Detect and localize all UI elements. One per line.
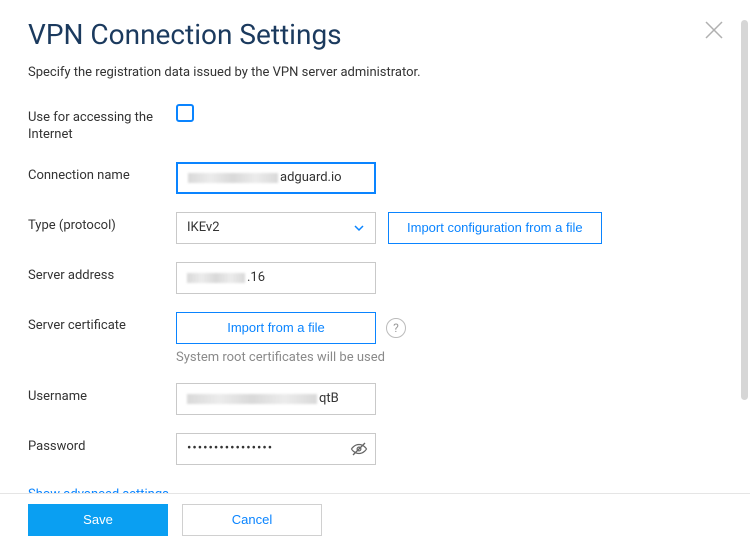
close-button[interactable] — [702, 18, 726, 42]
label-use-internet: Use for accessing the Internet — [28, 104, 176, 144]
import-cert-button[interactable]: Import from a file — [176, 312, 376, 344]
page-subtitle: Specify the registration data issued by … — [28, 65, 722, 80]
label-server-certificate: Server certificate — [28, 312, 176, 335]
dialog-footer: Save Cancel — [0, 493, 750, 545]
label-password: Password — [28, 433, 176, 456]
redacted-segment — [188, 173, 278, 183]
save-button[interactable]: Save — [28, 504, 168, 536]
cert-helper-text: System root certificates will be used — [176, 350, 406, 365]
chevron-down-icon — [353, 222, 365, 234]
password-value: •••••••••••••••• — [187, 441, 273, 456]
protocol-select[interactable]: IKEv2 — [176, 212, 376, 244]
label-server-address: Server address — [28, 262, 176, 285]
label-connection-name: Connection name — [28, 162, 176, 185]
import-config-button[interactable]: Import configuration from a file — [388, 212, 602, 244]
use-internet-checkbox[interactable] — [176, 104, 194, 122]
close-icon — [702, 18, 726, 42]
connection-name-input[interactable]: adguard.io — [176, 162, 376, 194]
password-input[interactable]: •••••••••••••••• — [176, 433, 376, 465]
username-input[interactable]: qtB — [176, 383, 376, 415]
redacted-segment — [187, 273, 245, 283]
label-username: Username — [28, 383, 176, 406]
redacted-segment — [187, 394, 317, 404]
server-address-input[interactable]: .16 — [176, 262, 376, 294]
username-value-suffix: qtB — [319, 391, 339, 406]
page-title: VPN Connection Settings — [28, 18, 722, 51]
scrollbar[interactable] — [741, 20, 748, 400]
label-protocol: Type (protocol) — [28, 212, 176, 235]
eye-off-icon[interactable] — [350, 440, 368, 458]
vpn-settings-dialog: VPN Connection Settings Specify the regi… — [0, 0, 750, 503]
connection-name-value-suffix: adguard.io — [280, 170, 342, 185]
cancel-button[interactable]: Cancel — [182, 504, 322, 536]
protocol-selected-value: IKEv2 — [187, 220, 220, 235]
server-address-value-suffix: .16 — [247, 270, 265, 285]
help-icon[interactable]: ? — [386, 318, 406, 338]
